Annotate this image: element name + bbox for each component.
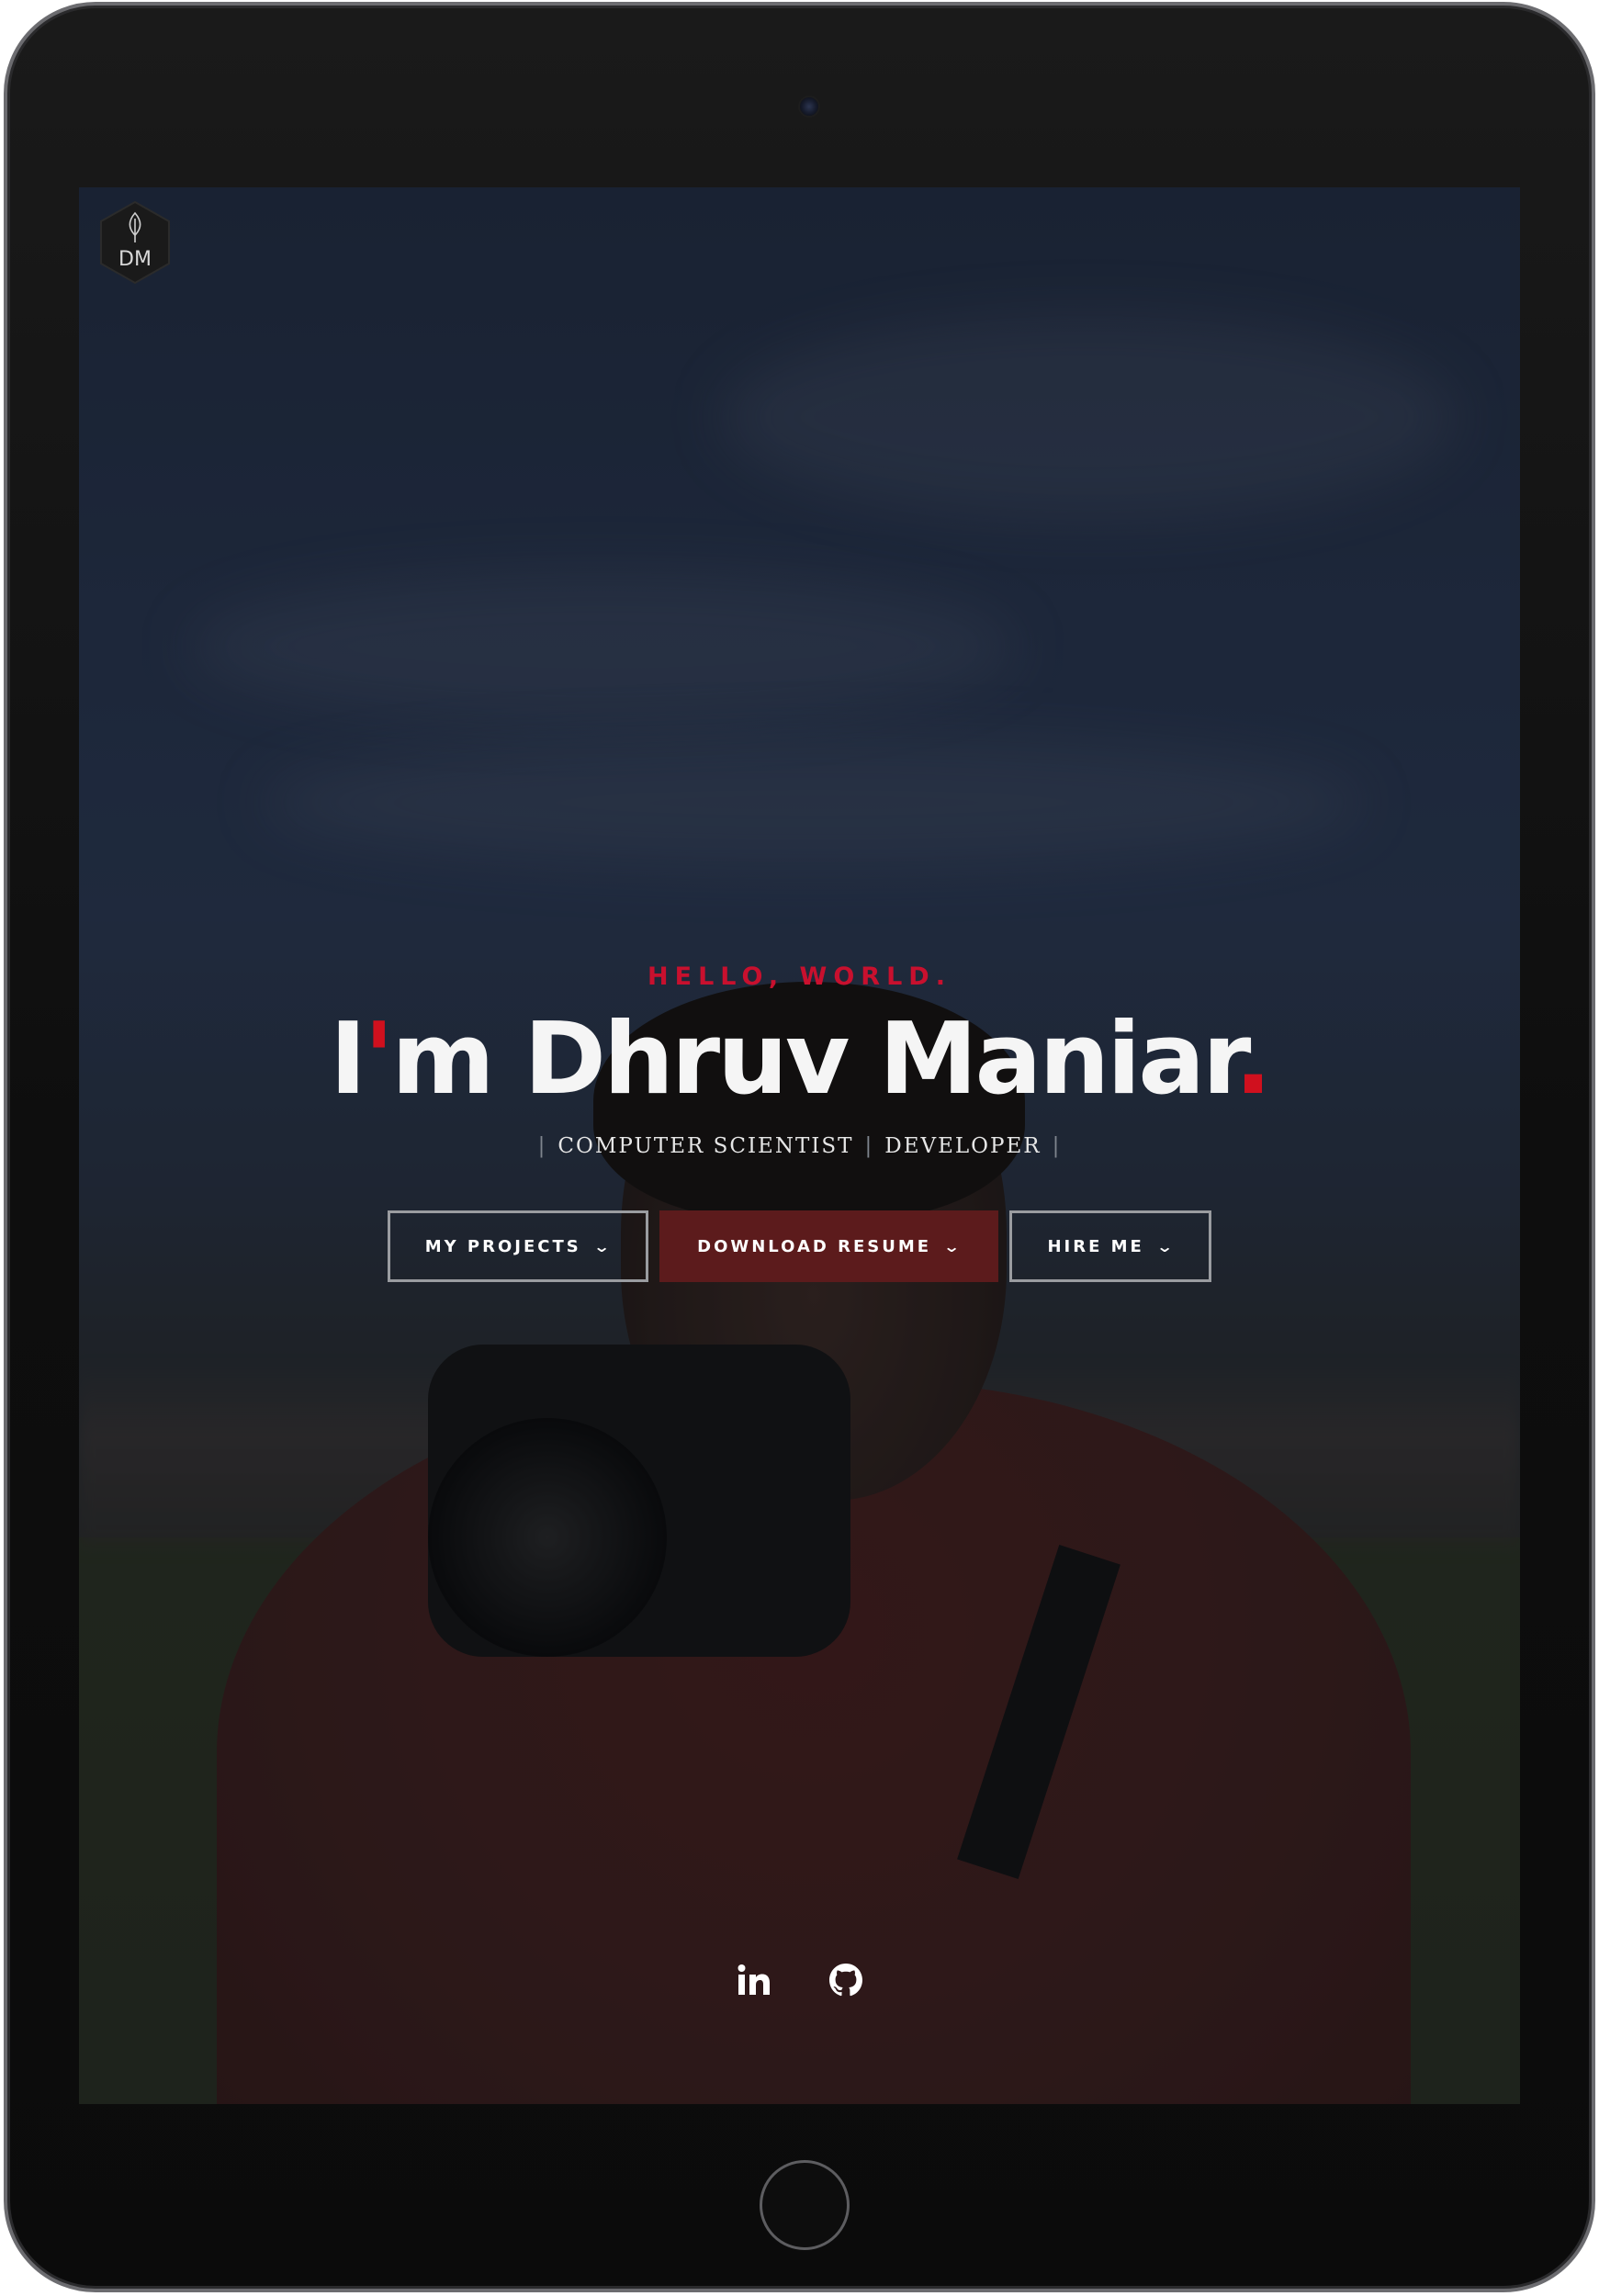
chevron-down-icon: ⌄ [1155,1237,1177,1255]
github-icon [828,1964,862,1997]
download-resume-button[interactable]: DOWNLOAD RESUME ⌄ [659,1210,999,1282]
logo-text: DM [118,248,152,271]
linkedin-link[interactable] [736,1962,772,1998]
home-button[interactable] [760,2160,850,2250]
title-apostrophe: ' [364,1002,394,1117]
roles: | COMPUTER SCIENTIST | DEVELOPER | [79,1130,1520,1163]
my-projects-button[interactable]: MY PROJECTS ⌄ [387,1210,649,1282]
social-links [79,1962,1520,1998]
download-resume-label: DOWNLOAD RESUME [697,1236,932,1256]
title-main: m Dhruv Maniar [391,1002,1237,1117]
chevron-down-icon: ⌄ [592,1237,614,1255]
linkedin-icon [738,1964,770,1995]
page-title: I'm Dhruv Maniar. [79,1005,1520,1115]
divider: | [537,1134,547,1158]
divider: | [864,1134,874,1158]
greeting: HELLO, WORLD. [647,962,952,991]
title-prefix: I [329,1002,366,1117]
title-period: . [1234,1002,1272,1117]
logo[interactable]: DM [99,200,171,285]
github-link[interactable] [828,1962,864,1998]
my-projects-label: MY PROJECTS [424,1236,581,1256]
screen: DM HELLO, WORLD. I'm Dhruv Maniar. | COMP… [79,187,1520,2104]
hero: HELLO, WORLD. I'm Dhruv Maniar. | COMPUTE… [79,959,1520,1282]
hire-me-button[interactable]: HIRE ME ⌄ [1009,1210,1212,1282]
action-buttons: MY PROJECTS ⌄ DOWNLOAD RESUME ⌄ HIRE ME … [79,1210,1520,1282]
role-developer: DEVELOPER [884,1134,1042,1158]
role-computer-scientist: COMPUTER SCIENTIST [557,1134,854,1158]
divider: | [1052,1134,1062,1158]
chevron-down-icon: ⌄ [942,1237,964,1255]
hire-me-label: HIRE ME [1047,1236,1144,1256]
front-camera [798,96,820,118]
